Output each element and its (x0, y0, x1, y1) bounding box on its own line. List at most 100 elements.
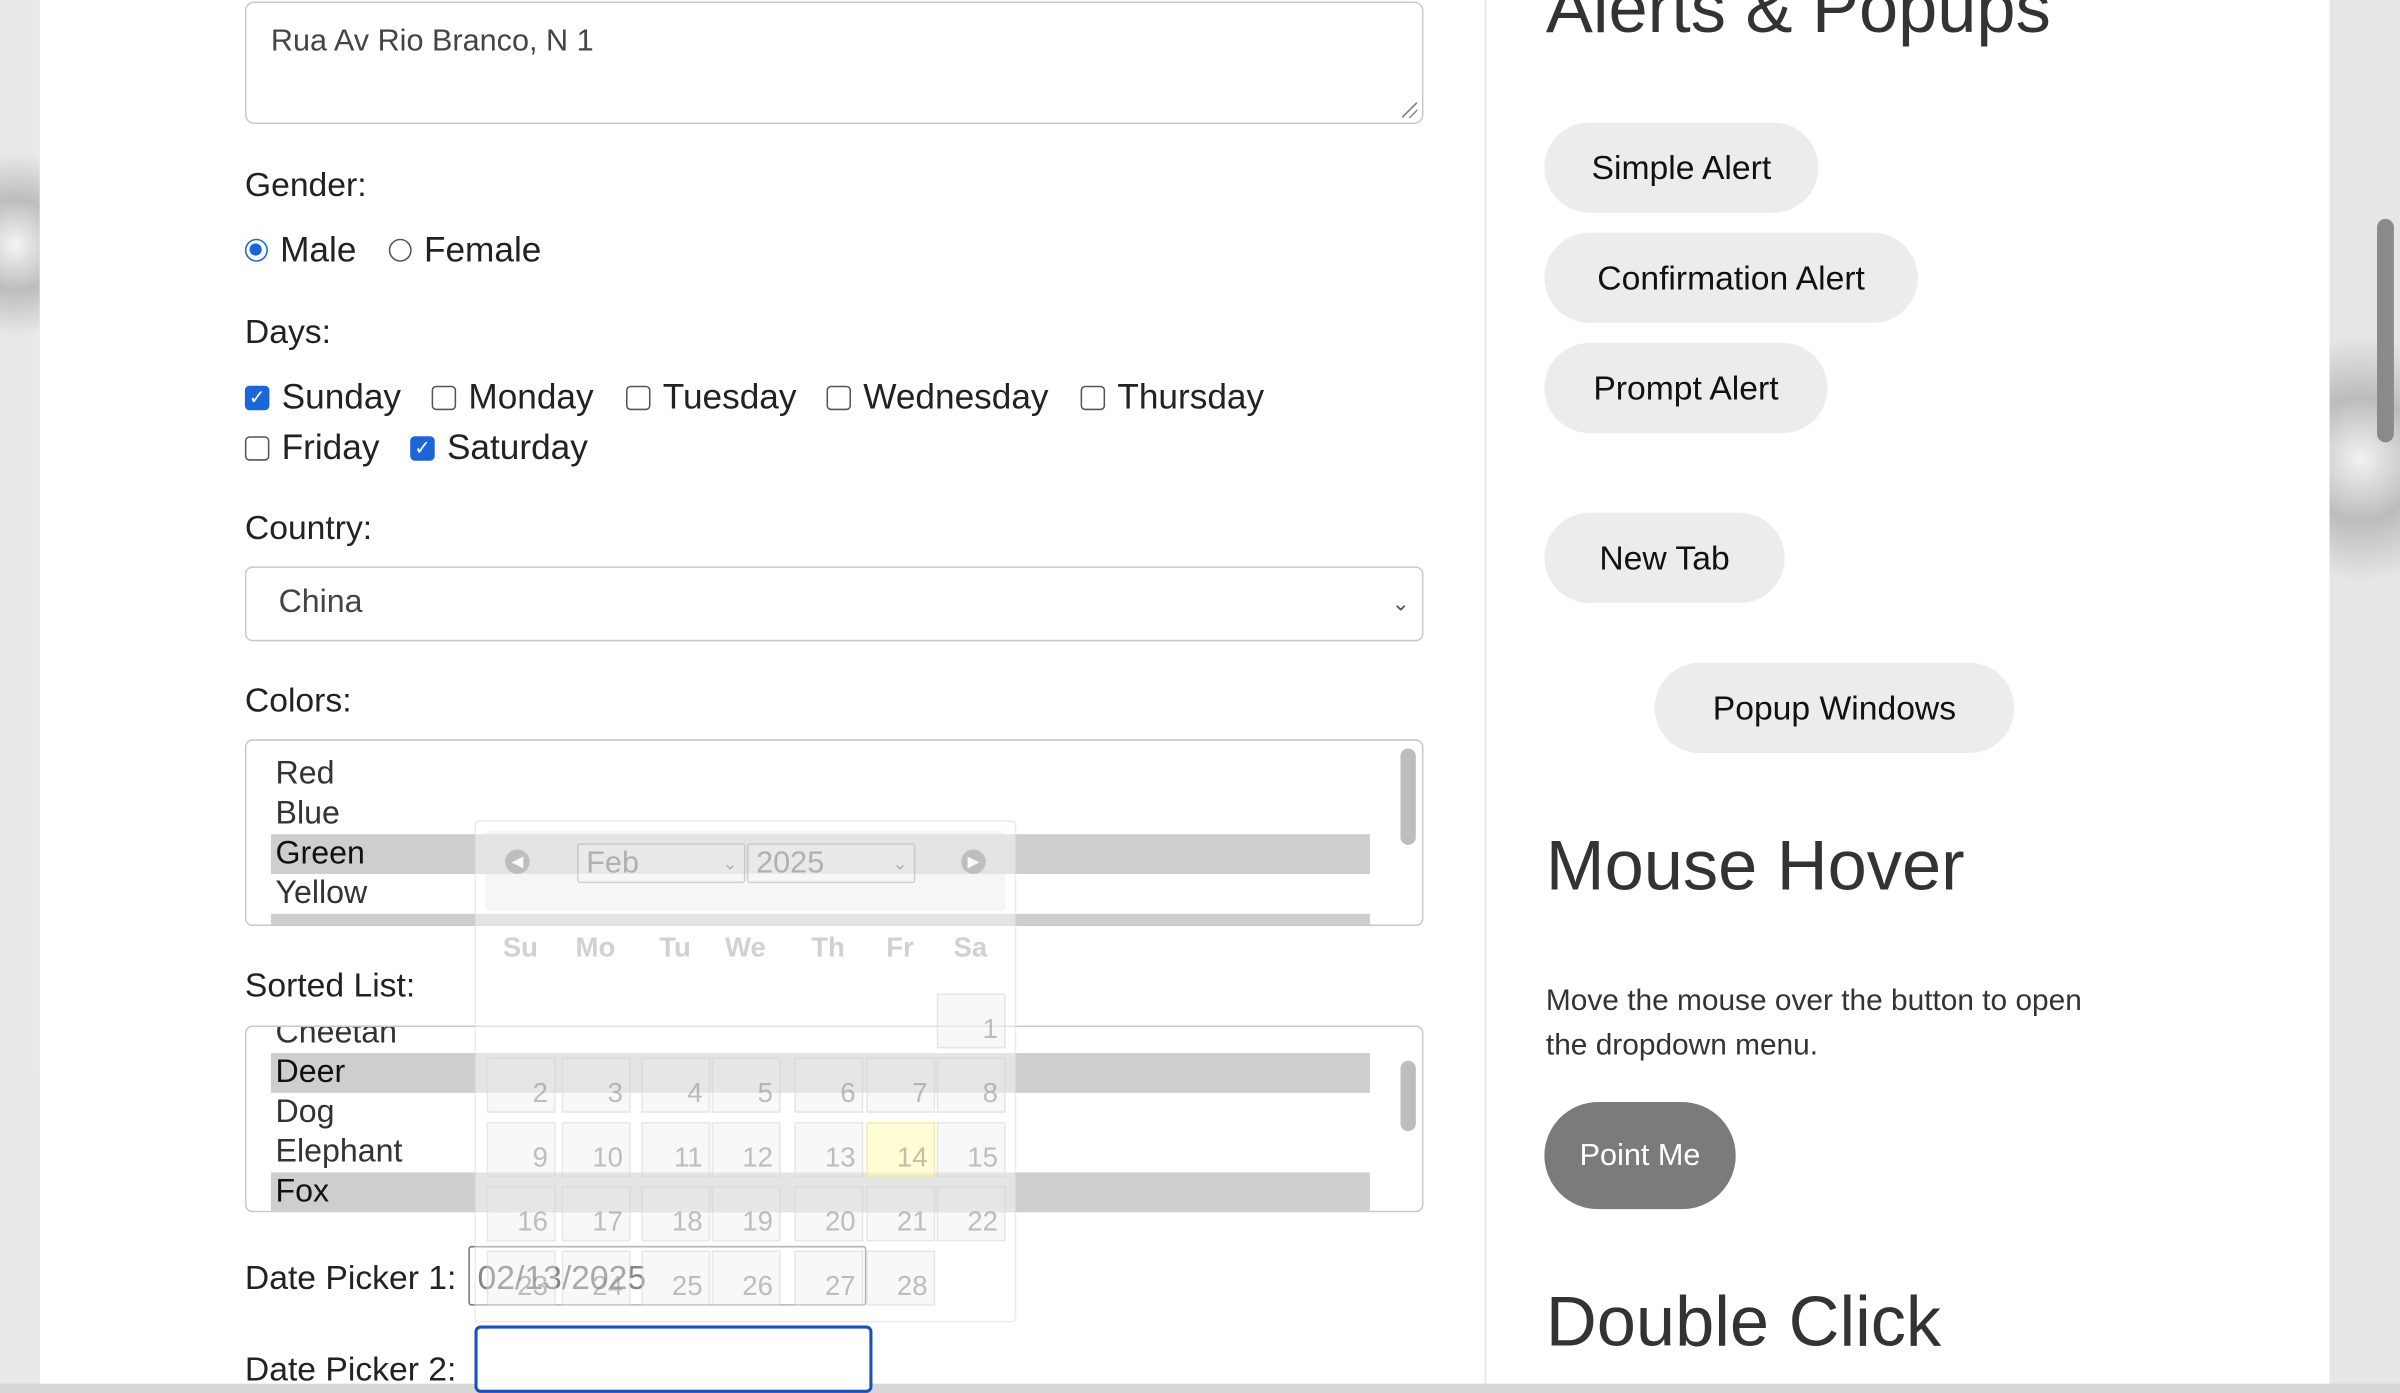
calendar-day[interactable]: 26 (711, 1250, 781, 1306)
friday-label: Friday (281, 427, 380, 467)
year-select[interactable]: 2025 ⌄ (746, 843, 916, 884)
prompt-alert-button[interactable]: Prompt Alert (1544, 342, 1828, 434)
friday-checkbox[interactable] (244, 435, 270, 460)
calendar-day[interactable]: 23 (486, 1250, 556, 1306)
address-text: Rua Av Rio Branco, N 1 (270, 24, 594, 59)
mouse-hover-description: Move the mouse over the button to open t… (1545, 984, 2082, 1063)
calendar-day[interactable]: 13 (794, 1121, 864, 1178)
wednesday-checkbox[interactable] (826, 384, 852, 410)
days-label: Days: (244, 312, 331, 351)
saturday-label: Saturday (446, 427, 588, 467)
day-monday-option[interactable]: Monday (431, 376, 594, 418)
wednesday-label: Wednesday (863, 376, 1049, 417)
alerts-heading: Alerts & Popups (1545, 0, 2051, 48)
month-select-value: Feb (586, 846, 639, 881)
gender-male-label: Male (280, 229, 357, 270)
chevron-down-icon: ⌄ (1391, 590, 1410, 616)
calendar-day[interactable]: 19 (711, 1186, 781, 1242)
double-click-heading: Double Click (1545, 1281, 1942, 1361)
thursday-label: Thursday (1117, 376, 1265, 417)
gender-male-option[interactable]: Male (244, 229, 357, 271)
confirmation-alert-button[interactable]: Confirmation Alert (1544, 232, 1918, 323)
day-sunday-option[interactable]: ✓ Sunday (244, 376, 402, 418)
page-scrollbar[interactable] (2372, 0, 2400, 1384)
colors-label: Colors: (244, 681, 352, 720)
weekday-header: Th (811, 932, 845, 963)
colors-option[interactable]: Red (271, 755, 1370, 795)
column-divider (1484, 0, 1487, 1384)
tuesday-label: Tuesday (662, 376, 797, 417)
calendar-day[interactable]: 11 (641, 1121, 711, 1178)
calendar-day[interactable]: 5 (711, 1057, 781, 1113)
country-label: Country: (244, 508, 373, 547)
calendar-day[interactable]: 1 (936, 993, 1006, 1049)
calendar-day[interactable]: 4 (641, 1057, 711, 1113)
calendar-day[interactable]: 25 (641, 1250, 711, 1306)
calendar-day[interactable]: 27 (794, 1250, 864, 1306)
gender-female-label: Female (423, 229, 542, 270)
country-select[interactable]: China ⌄ (244, 566, 1424, 642)
weekday-header: Fr (886, 932, 914, 963)
point-me-button[interactable]: Point Me (1544, 1102, 1736, 1210)
monday-checkbox[interactable] (431, 384, 457, 410)
calendar-day[interactable]: 15 (936, 1121, 1006, 1178)
calendar-day[interactable]: 28 (866, 1250, 936, 1306)
day-tuesday-option[interactable]: Tuesday (626, 377, 796, 418)
thursday-checkbox[interactable] (1080, 384, 1106, 410)
monday-label: Monday (468, 376, 594, 417)
chevron-down-icon: ⌄ (722, 852, 738, 874)
calendar-day[interactable]: 20 (794, 1186, 864, 1242)
chevron-down-icon: ⌄ (892, 852, 908, 874)
simple-alert-button[interactable]: Simple Alert (1544, 122, 1819, 213)
calendar-day[interactable]: 2 (486, 1057, 556, 1113)
day-saturday-option[interactable]: ✓ Saturday (410, 427, 588, 468)
tuesday-checkbox[interactable] (626, 384, 651, 410)
month-select[interactable]: Feb ⌄ (577, 843, 746, 884)
sunday-checkbox[interactable]: ✓ (244, 384, 270, 410)
gender-female-radio[interactable] (388, 238, 412, 262)
calendar-day[interactable]: 6 (794, 1057, 864, 1113)
day-friday-option[interactable]: Friday (244, 427, 380, 468)
calendar-day[interactable]: 8 (936, 1057, 1006, 1113)
gender-label: Gender: (244, 165, 367, 204)
colors-scrollbar[interactable] (1400, 748, 1416, 845)
calendar-day[interactable]: 16 (486, 1186, 556, 1242)
popup-windows-button[interactable]: Popup Windows (1654, 662, 2015, 754)
calendar-day[interactable]: 14 (866, 1121, 936, 1178)
calendar-day[interactable]: 10 (561, 1121, 631, 1178)
next-month-icon[interactable]: ▶ (961, 849, 986, 874)
date-picker-2-input[interactable] (474, 1325, 873, 1393)
weekday-header: Sa (953, 932, 988, 963)
calendar-day[interactable]: 7 (866, 1057, 936, 1113)
calendar-day[interactable]: 22 (936, 1186, 1006, 1242)
sorted-scrollbar[interactable] (1400, 1060, 1416, 1132)
date-picker-1-label: Date Picker 1: (244, 1258, 457, 1297)
background-left (0, 0, 40, 1384)
calendar-day[interactable]: 3 (561, 1057, 631, 1113)
country-selected-value: China (278, 584, 363, 620)
gender-female-option[interactable]: Female (388, 229, 542, 271)
resize-handle-icon[interactable] (1402, 102, 1418, 118)
new-tab-button[interactable]: New Tab (1544, 512, 1785, 604)
sorted-list-label: Sorted List: (244, 965, 416, 1005)
calendar-day[interactable]: 24 (561, 1250, 631, 1306)
calendar-day[interactable]: 21 (866, 1186, 936, 1242)
calendar-day[interactable]: 17 (561, 1186, 631, 1242)
calendar-day[interactable]: 18 (641, 1186, 711, 1242)
gender-male-radio[interactable] (244, 238, 268, 262)
weekday-header: Mo (575, 932, 616, 963)
saturday-checkbox[interactable]: ✓ (410, 435, 435, 460)
day-wednesday-option[interactable]: Wednesday (826, 376, 1049, 418)
datepicker-calendar: ◀ Feb ⌄ 2025 ⌄ ▶ Su Mo Tu We Th Fr Sa 1 2 3 4 5 6 7 8 9… (474, 820, 1017, 1323)
page-scrollbar-thumb[interactable] (2377, 218, 2394, 443)
address-textarea[interactable]: Rua Av Rio Branco, N 1 (244, 1, 1424, 124)
day-thursday-option[interactable]: Thursday (1080, 376, 1265, 418)
calendar-day[interactable]: 9 (486, 1121, 556, 1178)
weekday-header: Tu (659, 932, 691, 963)
sunday-label: Sunday (281, 376, 402, 417)
prev-month-icon[interactable]: ◀ (505, 849, 530, 874)
year-select-value: 2025 (756, 846, 825, 881)
weekday-header: Su (502, 932, 539, 963)
calendar-day[interactable]: 12 (711, 1121, 781, 1178)
mouse-hover-heading: Mouse Hover (1545, 825, 1965, 905)
